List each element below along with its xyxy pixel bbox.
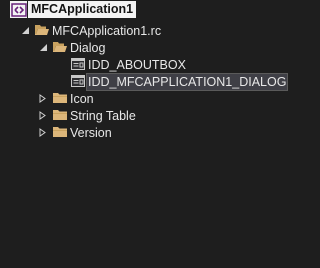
- dialog-folder-label[interactable]: Dialog: [70, 40, 105, 56]
- collapsed-chevron-icon[interactable]: [38, 111, 47, 120]
- folder-icon: [53, 110, 67, 120]
- tree-root-row[interactable]: MFCApplication1: [0, 1, 320, 18]
- root-project-label[interactable]: MFCApplication1: [28, 1, 137, 18]
- folder-icon: [53, 93, 67, 103]
- tree-item-dialog[interactable]: IDD_ABOUTBOX: [0, 56, 320, 73]
- folder-open-icon: [35, 25, 49, 35]
- tree-item-icon-folder[interactable]: Icon: [0, 90, 320, 107]
- tree-item-dialog-folder[interactable]: Dialog: [0, 39, 320, 56]
- dialog-resource-icon: [71, 58, 85, 70]
- tree-item-rc-file[interactable]: MFCApplication1.rc: [0, 22, 320, 39]
- collapsed-chevron-icon[interactable]: [38, 94, 47, 103]
- folder-open-icon: [53, 42, 67, 52]
- folder-label[interactable]: Version: [70, 125, 112, 141]
- expanded-chevron-icon[interactable]: [21, 26, 30, 35]
- dialog-resource-icon: [71, 75, 85, 87]
- resource-view-panel: MFCApplication1 MFCApplication1.rc Dialo…: [0, 0, 320, 268]
- dialog-item-label[interactable]: IDD_MFCAPPLICATION1_DIALOG: [85, 72, 289, 91]
- dialog-item-label[interactable]: IDD_ABOUTBOX: [88, 57, 186, 73]
- rc-file-label[interactable]: MFCApplication1.rc: [52, 23, 161, 39]
- tree-item-dialog-selected[interactable]: IDD_MFCAPPLICATION1_DIALOG: [0, 72, 320, 91]
- folder-label[interactable]: String Table: [70, 108, 136, 124]
- expanded-chevron-icon[interactable]: [39, 43, 48, 52]
- folder-icon: [53, 127, 67, 137]
- tree-item-version-folder[interactable]: Version: [0, 124, 320, 141]
- tree-item-string-table-folder[interactable]: String Table: [0, 107, 320, 124]
- project-icon: [11, 3, 27, 17]
- folder-label[interactable]: Icon: [70, 91, 94, 107]
- collapsed-chevron-icon[interactable]: [38, 128, 47, 137]
